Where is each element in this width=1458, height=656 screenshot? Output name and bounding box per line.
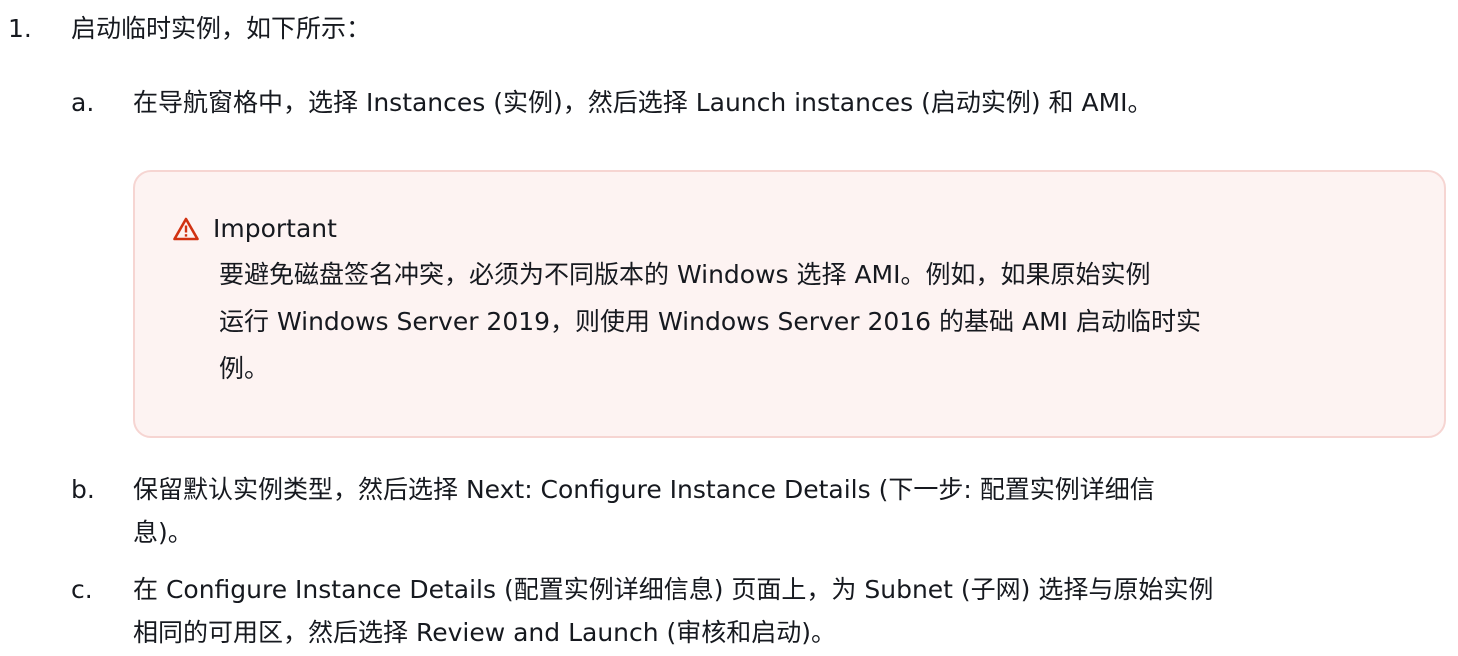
step-text: 启动临时实例，如下所示：	[71, 14, 372, 43]
substep-text-line: 相同的可用区，然后选择 Review and Launch (审核和启动)。	[133, 618, 837, 647]
callout-header: Important	[173, 214, 337, 244]
important-callout: Important 要避免磁盘签名冲突，必须为不同版本的 Windows 选择 …	[133, 170, 1446, 438]
warning-triangle-icon	[173, 217, 199, 241]
substep-text-line: 在 Configure Instance Details (配置实例详细信息) …	[133, 575, 1214, 604]
substep-marker: c.	[71, 575, 93, 604]
callout-text-line: 运行 Windows Server 2019，则使用 Windows Serve…	[219, 307, 1201, 336]
substep-marker: a.	[71, 88, 95, 117]
substep-text-line: 息)。	[133, 518, 193, 547]
callout-title: Important	[213, 214, 337, 243]
step-number: 1.	[8, 14, 32, 43]
substep-marker: b.	[71, 475, 95, 504]
callout-text-line: 要避免磁盘签名冲突，必须为不同版本的 Windows 选择 AMI。例如，如果原…	[219, 260, 1151, 289]
callout-text-line: 例。	[219, 354, 270, 383]
substep-text-line: 保留默认实例类型，然后选择 Next: Configure Instance D…	[133, 475, 1155, 504]
substep-text: 在导航窗格中，选择 Instances (实例)，然后选择 Launch ins…	[133, 88, 1153, 117]
